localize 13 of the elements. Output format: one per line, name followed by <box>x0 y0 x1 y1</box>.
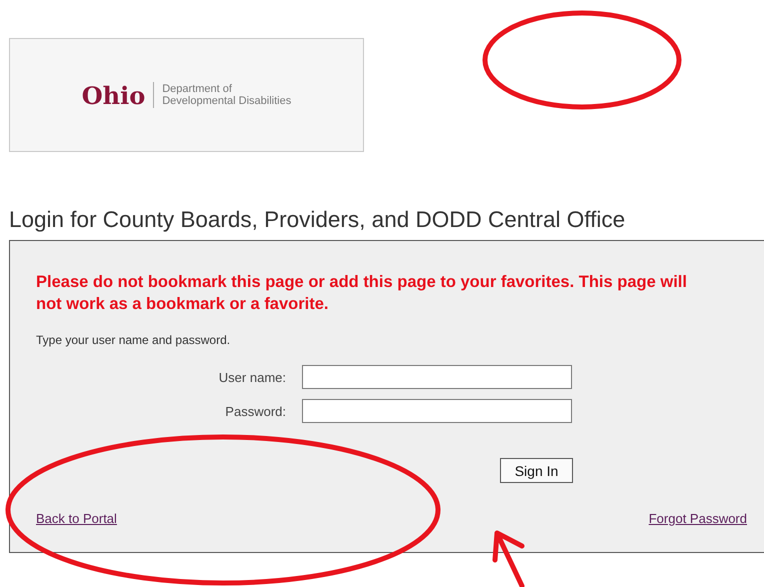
logo-wordmark: Ohio <box>82 80 146 110</box>
instruction-text: Type your user name and password. <box>36 333 232 347</box>
page-title: Login for County Boards, Providers, and DODD Central Office <box>9 207 626 233</box>
field-label: Password: <box>224 404 287 418</box>
logo-text: Department of <box>162 83 233 95</box>
input-field[interactable] <box>302 399 572 423</box>
logo-text: Developmental Disabilities <box>162 95 292 107</box>
field-label: User name: <box>218 370 287 384</box>
warning-text: Please do not bookmark this page or add this page to your favorites. This page will not work as a bookmark or a favorite. <box>36 272 688 315</box>
input-field[interactable] <box>302 365 572 389</box>
sign-in-button[interactable]: Sign In <box>500 458 573 483</box>
link[interactable]: Forgot Password <box>648 511 747 526</box>
link[interactable]: Back to Portal <box>36 511 117 526</box>
